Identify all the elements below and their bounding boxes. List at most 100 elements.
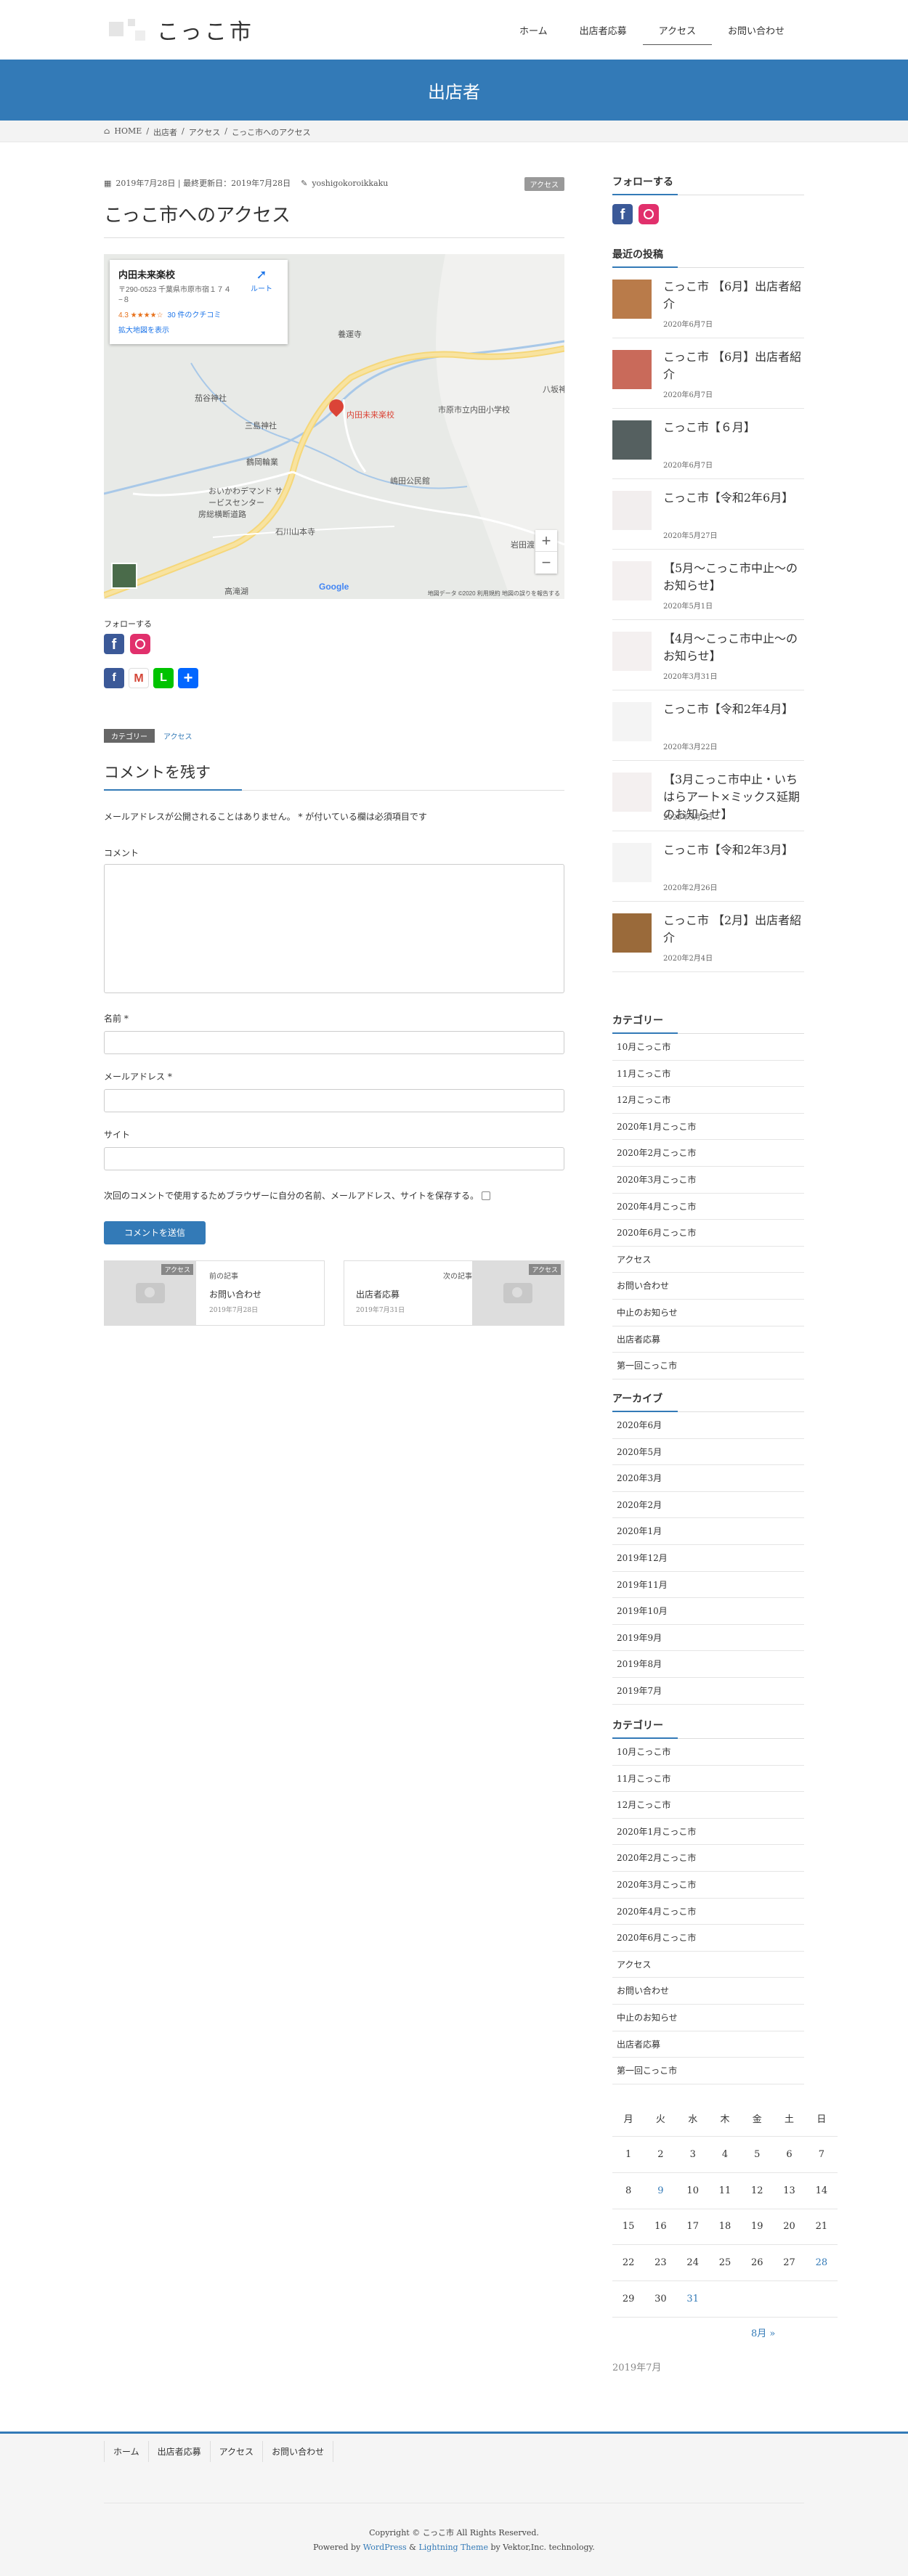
- archive-link[interactable]: 2019年10月: [612, 1598, 804, 1625]
- archive-link[interactable]: 2020年1月: [612, 1518, 804, 1545]
- place-reviews[interactable]: 30 件のクチコミ: [168, 311, 222, 319]
- category-link[interactable]: 2020年2月こっこ市: [612, 1140, 804, 1167]
- recent-post-item[interactable]: 【5月〜こっこ市中止〜のお知らせ】 2020年5月1日: [612, 550, 804, 620]
- category-link[interactable]: アクセス: [612, 1247, 804, 1273]
- category-link[interactable]: 2020年4月こっこ市: [612, 1899, 804, 1925]
- category-link[interactable]: 10月こっこ市: [612, 1739, 804, 1766]
- recent-post-title[interactable]: 【5月〜こっこ市中止〜のお知らせ】: [663, 560, 803, 595]
- footer-nav-access[interactable]: アクセス: [209, 2441, 262, 2462]
- next-post-card[interactable]: アクセス 次の記事 出店者応募 2019年7月31日: [344, 1260, 564, 1326]
- category-link[interactable]: 12月こっこ市: [612, 1087, 804, 1114]
- recent-post-item[interactable]: こっこ市 【2月】出店者紹介 2020年2月4日: [612, 902, 804, 972]
- nav-contact[interactable]: お問い合わせ: [712, 16, 800, 45]
- recent-post-thumbnail[interactable]: [612, 913, 652, 953]
- calendar-day[interactable]: 9: [644, 2172, 676, 2209]
- recent-post-item[interactable]: こっこ市【令和2年4月】 2020年3月22日: [612, 690, 804, 761]
- breadcrumb-home[interactable]: HOME: [114, 126, 142, 138]
- entry-category-link[interactable]: アクセス: [163, 730, 192, 741]
- breadcrumb-shop[interactable]: 出店者: [153, 126, 177, 138]
- category-link[interactable]: 10月こっこ市: [612, 1034, 804, 1061]
- calendar-next-month[interactable]: 8月 »: [751, 2326, 775, 2339]
- category-link[interactable]: 2020年1月こっこ市: [612, 1114, 804, 1141]
- category-link[interactable]: 2020年4月こっこ市: [612, 1194, 804, 1220]
- recent-post-thumbnail[interactable]: [612, 702, 652, 741]
- archive-link[interactable]: 2019年9月: [612, 1625, 804, 1652]
- lightning-link[interactable]: Lightning Theme: [418, 2543, 487, 2552]
- facebook-share-icon[interactable]: f: [104, 668, 124, 688]
- larger-map-link[interactable]: 拡大地図を表示: [118, 324, 279, 335]
- route-button[interactable]: ➚ ルート: [247, 267, 276, 293]
- instagram-icon[interactable]: [130, 634, 150, 654]
- category-link[interactable]: 2020年6月こっこ市: [612, 1925, 804, 1952]
- facebook-icon[interactable]: f: [104, 634, 124, 654]
- category-link[interactable]: 出店者応募: [612, 1326, 804, 1353]
- footer-nav-contact[interactable]: お問い合わせ: [262, 2441, 334, 2462]
- category-link[interactable]: お問い合わせ: [612, 1273, 804, 1300]
- archive-link[interactable]: 2019年11月: [612, 1572, 804, 1599]
- recent-post-item[interactable]: 【4月〜こっこ市中止〜のお知らせ】 2020年3月31日: [612, 620, 804, 690]
- archive-link[interactable]: 2020年6月: [612, 1412, 804, 1439]
- nav-home[interactable]: ホーム: [503, 16, 564, 45]
- wordpress-link[interactable]: WordPress: [363, 2543, 407, 2552]
- archive-link[interactable]: 2020年5月: [612, 1439, 804, 1466]
- prev-post-card[interactable]: アクセス 前の記事 お問い合わせ 2019年7月28日: [104, 1260, 325, 1326]
- recent-post-item[interactable]: 【3月こっこ市中止・いちはらアート×ミックス延期のお知らせ】 2020年3月3日: [612, 761, 804, 831]
- recent-post-title[interactable]: こっこ市【令和2年4月】: [663, 701, 803, 718]
- category-link[interactable]: 2020年2月こっこ市: [612, 1845, 804, 1872]
- recent-post-title[interactable]: 【4月〜こっこ市中止〜のお知らせ】: [663, 630, 803, 665]
- category-link[interactable]: 第一回こっこ市: [612, 1353, 804, 1379]
- site-logo[interactable]: こっこ市: [109, 13, 254, 46]
- map-attribution[interactable]: 地図データ ©2020 利用規約 地図の誤りを報告する: [428, 590, 560, 598]
- comment-textarea[interactable]: [104, 864, 564, 993]
- recent-post-thumbnail[interactable]: [612, 843, 652, 882]
- recent-post-thumbnail[interactable]: [612, 632, 652, 671]
- recent-post-thumbnail[interactable]: [612, 350, 652, 389]
- google-map[interactable]: 養運寺 市原市立内田小学校 三島神社 鶴岡輪業 おいかわデマンド サービスセンタ…: [104, 254, 564, 599]
- recent-post-item[interactable]: こっこ市【令和2年3月】 2020年2月26日: [612, 831, 804, 902]
- zoom-in-button[interactable]: +: [535, 530, 557, 552]
- category-link[interactable]: 12月こっこ市: [612, 1792, 804, 1819]
- category-link[interactable]: 11月こっこ市: [612, 1061, 804, 1088]
- website-field[interactable]: [104, 1147, 564, 1170]
- archive-link[interactable]: 2019年8月: [612, 1651, 804, 1678]
- archive-link[interactable]: 2020年3月: [612, 1465, 804, 1492]
- recent-post-title[interactable]: こっこ市 【6月】出店者紹介: [663, 349, 803, 383]
- recent-post-title[interactable]: こっこ市 【2月】出店者紹介: [663, 912, 803, 947]
- category-link[interactable]: お問い合わせ: [612, 1978, 804, 2005]
- nav-apply[interactable]: 出店者応募: [564, 16, 643, 45]
- addtoany-share-icon[interactable]: +: [178, 668, 198, 688]
- category-link[interactable]: 中止のお知らせ: [612, 1300, 804, 1326]
- instagram-icon[interactable]: [639, 204, 659, 224]
- post-category-tag[interactable]: アクセス: [524, 177, 564, 191]
- category-link[interactable]: 2020年1月こっこ市: [612, 1819, 804, 1846]
- category-link[interactable]: 11月こっこ市: [612, 1766, 804, 1793]
- nav-access[interactable]: アクセス: [642, 16, 712, 45]
- recent-post-thumbnail[interactable]: [612, 561, 652, 600]
- recent-post-thumbnail[interactable]: [612, 491, 652, 530]
- recent-post-thumbnail[interactable]: [612, 420, 652, 460]
- category-link[interactable]: 2020年6月こっこ市: [612, 1220, 804, 1247]
- category-link[interactable]: 2020年3月こっこ市: [612, 1167, 804, 1194]
- archive-link[interactable]: 2020年2月: [612, 1492, 804, 1519]
- recent-post-title[interactable]: こっこ市【令和2年6月】: [663, 489, 803, 507]
- calendar-day[interactable]: 31: [677, 2281, 709, 2317]
- category-link[interactable]: 第一回こっこ市: [612, 2058, 804, 2084]
- category-link[interactable]: 2020年3月こっこ市: [612, 1872, 804, 1899]
- gmail-share-icon[interactable]: M: [129, 668, 149, 688]
- recent-post-item[interactable]: こっこ市 【6月】出店者紹介 2020年6月7日: [612, 268, 804, 338]
- footer-nav-apply[interactable]: 出店者応募: [147, 2441, 210, 2462]
- recent-post-item[interactable]: こっこ市 【6月】出店者紹介 2020年6月7日: [612, 338, 804, 409]
- zoom-out-button[interactable]: −: [535, 552, 557, 574]
- cookie-consent-checkbox[interactable]: [482, 1191, 491, 1200]
- recent-post-title[interactable]: こっこ市 【6月】出店者紹介: [663, 278, 803, 313]
- name-field[interactable]: [104, 1031, 564, 1054]
- satellite-toggle[interactable]: [111, 563, 137, 589]
- recent-post-item[interactable]: こっこ市【令和2年6月】 2020年5月27日: [612, 479, 804, 550]
- footer-nav-home[interactable]: ホーム: [104, 2441, 148, 2462]
- facebook-icon[interactable]: f: [612, 204, 633, 224]
- breadcrumb-access[interactable]: アクセス: [189, 126, 220, 138]
- calendar-day[interactable]: 28: [806, 2245, 838, 2281]
- category-link[interactable]: アクセス: [612, 1952, 804, 1978]
- archive-link[interactable]: 2019年7月: [612, 1678, 804, 1705]
- post-author[interactable]: yoshigokoroikkaku: [312, 179, 388, 188]
